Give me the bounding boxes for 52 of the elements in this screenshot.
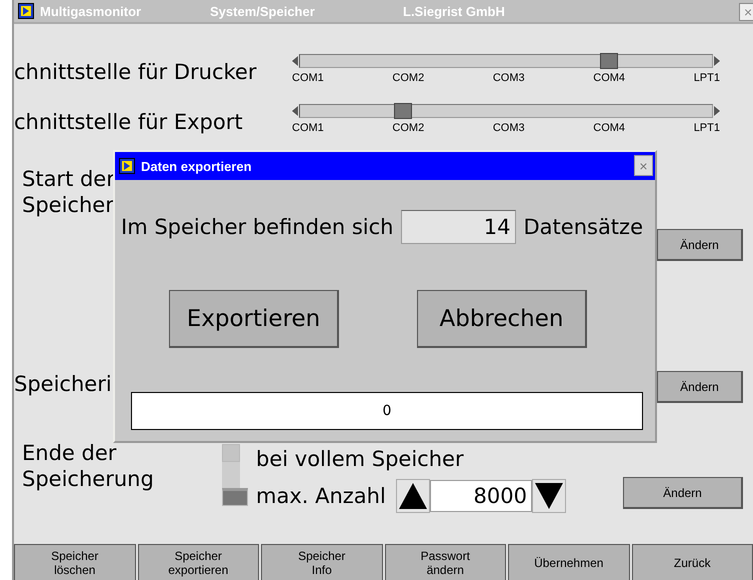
slider-thumb[interactable] [394,103,412,120]
option-label: bei vollem Speicher [256,446,464,474]
option-label: max. Anzahl [256,483,387,510]
dialog-button[interactable]: Exportieren [169,290,339,348]
window-title: System/Speicher [210,4,316,19]
decrement-button[interactable] [532,479,566,514]
slider-thumb[interactable] [600,53,618,70]
slider-tick-label: LPT1 [694,122,720,134]
up-triangle-icon [398,482,428,510]
progress-field: 0 [131,392,643,430]
interval-label: Speicheri [14,372,112,396]
slider-tick-label: COM4 [593,122,626,134]
slider-tick-label: COM2 [392,122,424,134]
toolbar-button[interactable]: Zurück [632,544,753,580]
record-count-label: Im Speicher befinden sich [121,215,394,239]
dialog-title: Daten exportieren [141,158,252,174]
toolbar-button[interactable]: Speicher Info [261,544,382,580]
toolbar-button[interactable]: Speicher exportieren [138,544,259,580]
change-button[interactable]: Ändern [623,477,743,510]
slider-tick-label: COM4 [593,72,626,84]
slider-tick-label: COM2 [392,72,424,84]
slider-tick-label: COM3 [492,72,525,84]
change-button[interactable]: Ändern [657,371,743,404]
count-field[interactable]: 8000 [430,480,532,512]
down-triangle-icon [534,482,564,510]
app-icon [18,3,34,20]
app-icon [119,158,135,174]
end-label: Ende der Speicherung [22,440,154,492]
toolbar-button[interactable]: Speicher löschen [14,544,136,580]
slider-tick-label: LPT1 [694,72,720,84]
window-title: L.Siegrist GmbH [403,4,505,19]
slider-tick-label: COM1 [292,72,324,84]
right-arrow-icon[interactable] [714,56,720,66]
records-unit-label: Datensätze [524,215,643,239]
right-arrow-icon[interactable] [714,106,720,116]
slider-tick-label: COM1 [292,122,324,134]
port-label: chnittstelle für Export [14,112,244,134]
left-arrow-icon[interactable] [292,106,298,116]
switch-position[interactable] [222,444,240,462]
port-label: chnittstelle für Drucker [14,62,258,84]
toggle-switch[interactable] [222,444,248,506]
toolbar-button[interactable]: Übernehmen [508,544,630,580]
change-button[interactable]: Ändern [657,229,743,262]
switch-thumb[interactable] [222,488,248,506]
start-label: Start der Speicher [22,166,115,218]
window-title: Multigasmonitor [40,4,142,19]
toolbar-button[interactable]: Passwort ändern [384,544,506,580]
left-arrow-icon[interactable] [292,56,298,66]
record-count-field: 14 [401,210,516,244]
increment-button[interactable] [396,479,430,514]
slider-tick-label: COM3 [492,122,525,134]
dialog-button[interactable]: Abbrechen [417,290,587,348]
